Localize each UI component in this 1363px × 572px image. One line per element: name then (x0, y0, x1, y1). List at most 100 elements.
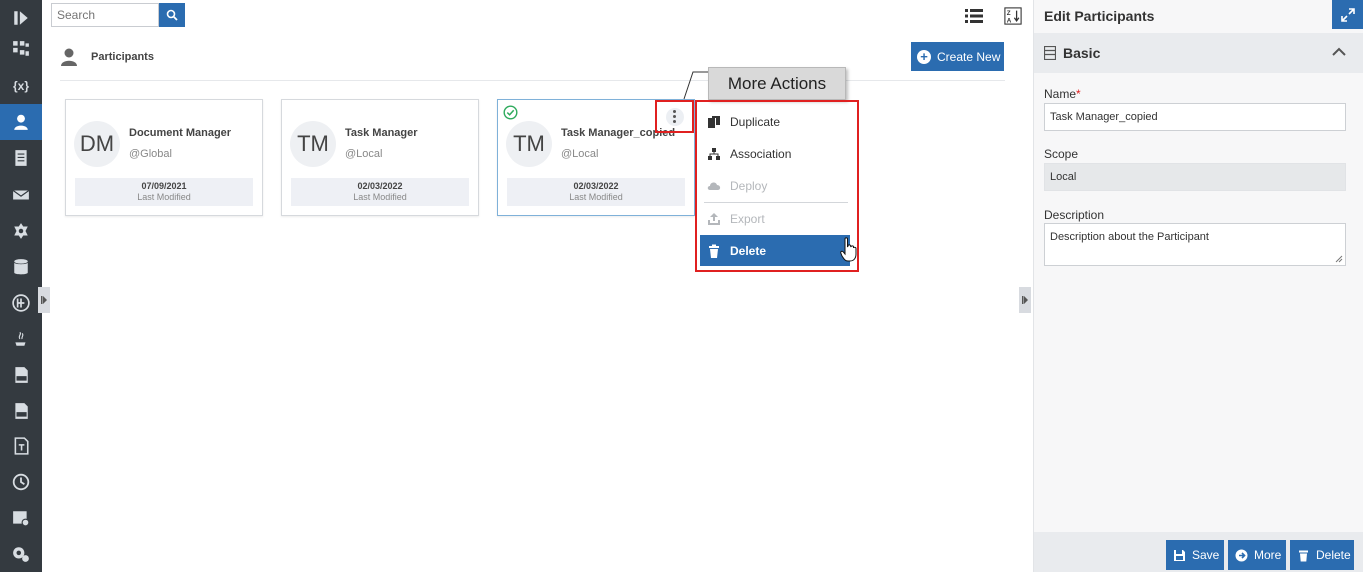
file-icon (15, 367, 28, 383)
duplicate-icon (708, 115, 720, 128)
avatar: DM (74, 121, 120, 167)
left-panel-toggle[interactable] (38, 287, 50, 313)
card-date-label: Last Modified (569, 192, 623, 202)
description-field[interactable]: Description about the Participant (1044, 223, 1346, 266)
menu-item-label: Association (730, 146, 792, 161)
card-scope: @Local (561, 148, 599, 160)
export-icon (708, 212, 720, 225)
more-button[interactable]: More (1228, 540, 1286, 570)
app-root: {x} Search Z A Participants + Create New… (0, 0, 1363, 572)
menu-item-export: Export (700, 203, 850, 234)
gear-icon (14, 223, 28, 239)
nav-item-variables[interactable]: {x} (0, 68, 42, 104)
basic-section-header[interactable]: Basic (1034, 33, 1363, 73)
nav-item-gear[interactable] (0, 213, 42, 249)
list-view-icon (965, 9, 983, 23)
nav-item-text[interactable] (0, 428, 42, 464)
schedule-icon (13, 511, 30, 527)
association-icon (708, 147, 720, 160)
card-date: 07/09/2021 (141, 181, 187, 191)
nav-item-participants[interactable] (0, 104, 42, 140)
nav-item-file[interactable] (0, 357, 42, 393)
edit-participants-panel: Edit Participants Basic Name* Task Manag… (1033, 0, 1363, 572)
card-footer: 02/03/2022 Last Modified (507, 178, 685, 206)
description-label: Description (1044, 208, 1105, 222)
nav-item-java[interactable] (0, 321, 42, 357)
dt-icon (12, 294, 30, 312)
save-label: Save (1192, 548, 1220, 562)
card-date-label: Last Modified (353, 192, 407, 202)
deploy-icon (707, 181, 721, 190)
sort-button[interactable]: ZA (1002, 6, 1024, 26)
svg-text:Z: Z (1007, 10, 1011, 17)
panel-footer: Save More Delete (1034, 532, 1363, 572)
nav-item-mail[interactable] (0, 177, 42, 213)
expand-right-icon (1022, 296, 1028, 304)
more-label: More (1254, 548, 1282, 562)
section-label: Basic (1063, 45, 1101, 61)
menu-item-duplicate[interactable]: Duplicate (700, 106, 850, 137)
card-footer: 07/09/2021 Last Modified (75, 178, 253, 206)
avatar: TM (506, 121, 552, 167)
css-icon (15, 403, 28, 419)
right-panel-toggle[interactable] (1019, 287, 1031, 313)
resize-handle-icon[interactable] (1335, 255, 1343, 263)
create-new-button[interactable]: + Create New (911, 42, 1004, 71)
delete-button[interactable]: Delete (1290, 540, 1354, 570)
nav-item-schedule[interactable] (0, 500, 42, 536)
menu-item-label: Deploy (730, 178, 768, 193)
nav-item-process[interactable] (0, 31, 42, 67)
card-name: Document Manager (129, 127, 232, 139)
menu-item-label: Export (730, 211, 765, 226)
create-new-label: Create New (937, 49, 1001, 64)
card-footer: 02/03/2022 Last Modified (291, 178, 469, 206)
participant-card[interactable]: DM Document Manager @Global 07/09/2021 L… (65, 99, 263, 216)
nav-item-database[interactable] (0, 249, 42, 285)
menu-item-delete[interactable]: Delete (700, 235, 850, 266)
card-scope: @Global (129, 148, 172, 160)
participant-card[interactable]: TM Task Manager @Local 02/03/2022 Last M… (281, 99, 479, 216)
trash-icon (1299, 550, 1308, 561)
name-label: Name* (1044, 87, 1081, 101)
hand-cursor-icon (840, 237, 857, 262)
card-date: 02/03/2022 (357, 181, 403, 191)
search-button[interactable] (159, 3, 185, 27)
nav-item-css[interactable] (0, 393, 42, 429)
kebab-icon (665, 107, 684, 126)
page-title: Participants (91, 51, 154, 63)
search-input[interactable] (51, 3, 159, 27)
menu-item-association[interactable]: Association (700, 138, 850, 169)
name-field[interactable]: Task Manager_copied (1044, 103, 1346, 131)
check-circle-icon (503, 105, 518, 120)
mail-icon (12, 190, 30, 200)
delete-label: Delete (1316, 548, 1351, 562)
menu-item-label: Delete (730, 243, 767, 258)
expand-panel-button[interactable] (1332, 0, 1363, 29)
nav-item-documents[interactable] (0, 140, 42, 176)
card-date-label: Last Modified (137, 192, 191, 202)
nav-item-clock[interactable] (0, 464, 42, 500)
card-name: Task Manager (345, 127, 418, 139)
save-icon (1174, 549, 1185, 561)
more-actions-button[interactable] (655, 100, 694, 133)
card-scope: @Local (345, 148, 383, 160)
nav-item-dt[interactable] (0, 285, 42, 321)
clock-icon (12, 473, 30, 491)
menu-item-deploy: Deploy (700, 170, 850, 201)
search-icon (166, 9, 178, 21)
svg-text:A: A (1007, 17, 1012, 24)
document-icon (15, 150, 27, 166)
nav-item-settings[interactable] (0, 536, 42, 572)
list-view-button[interactable] (963, 6, 985, 26)
participant-icon (61, 48, 77, 66)
participants-icon (14, 114, 28, 130)
plus-icon: + (917, 49, 931, 64)
panel-title: Edit Participants (1044, 8, 1155, 24)
java-icon (15, 331, 26, 346)
chevron-up-icon (1332, 47, 1346, 56)
save-button[interactable]: Save (1166, 540, 1224, 570)
variables-icon: {x} (12, 79, 29, 93)
settings-icon (13, 547, 29, 562)
left-nav: {x} (0, 0, 42, 572)
divider (60, 80, 1005, 81)
